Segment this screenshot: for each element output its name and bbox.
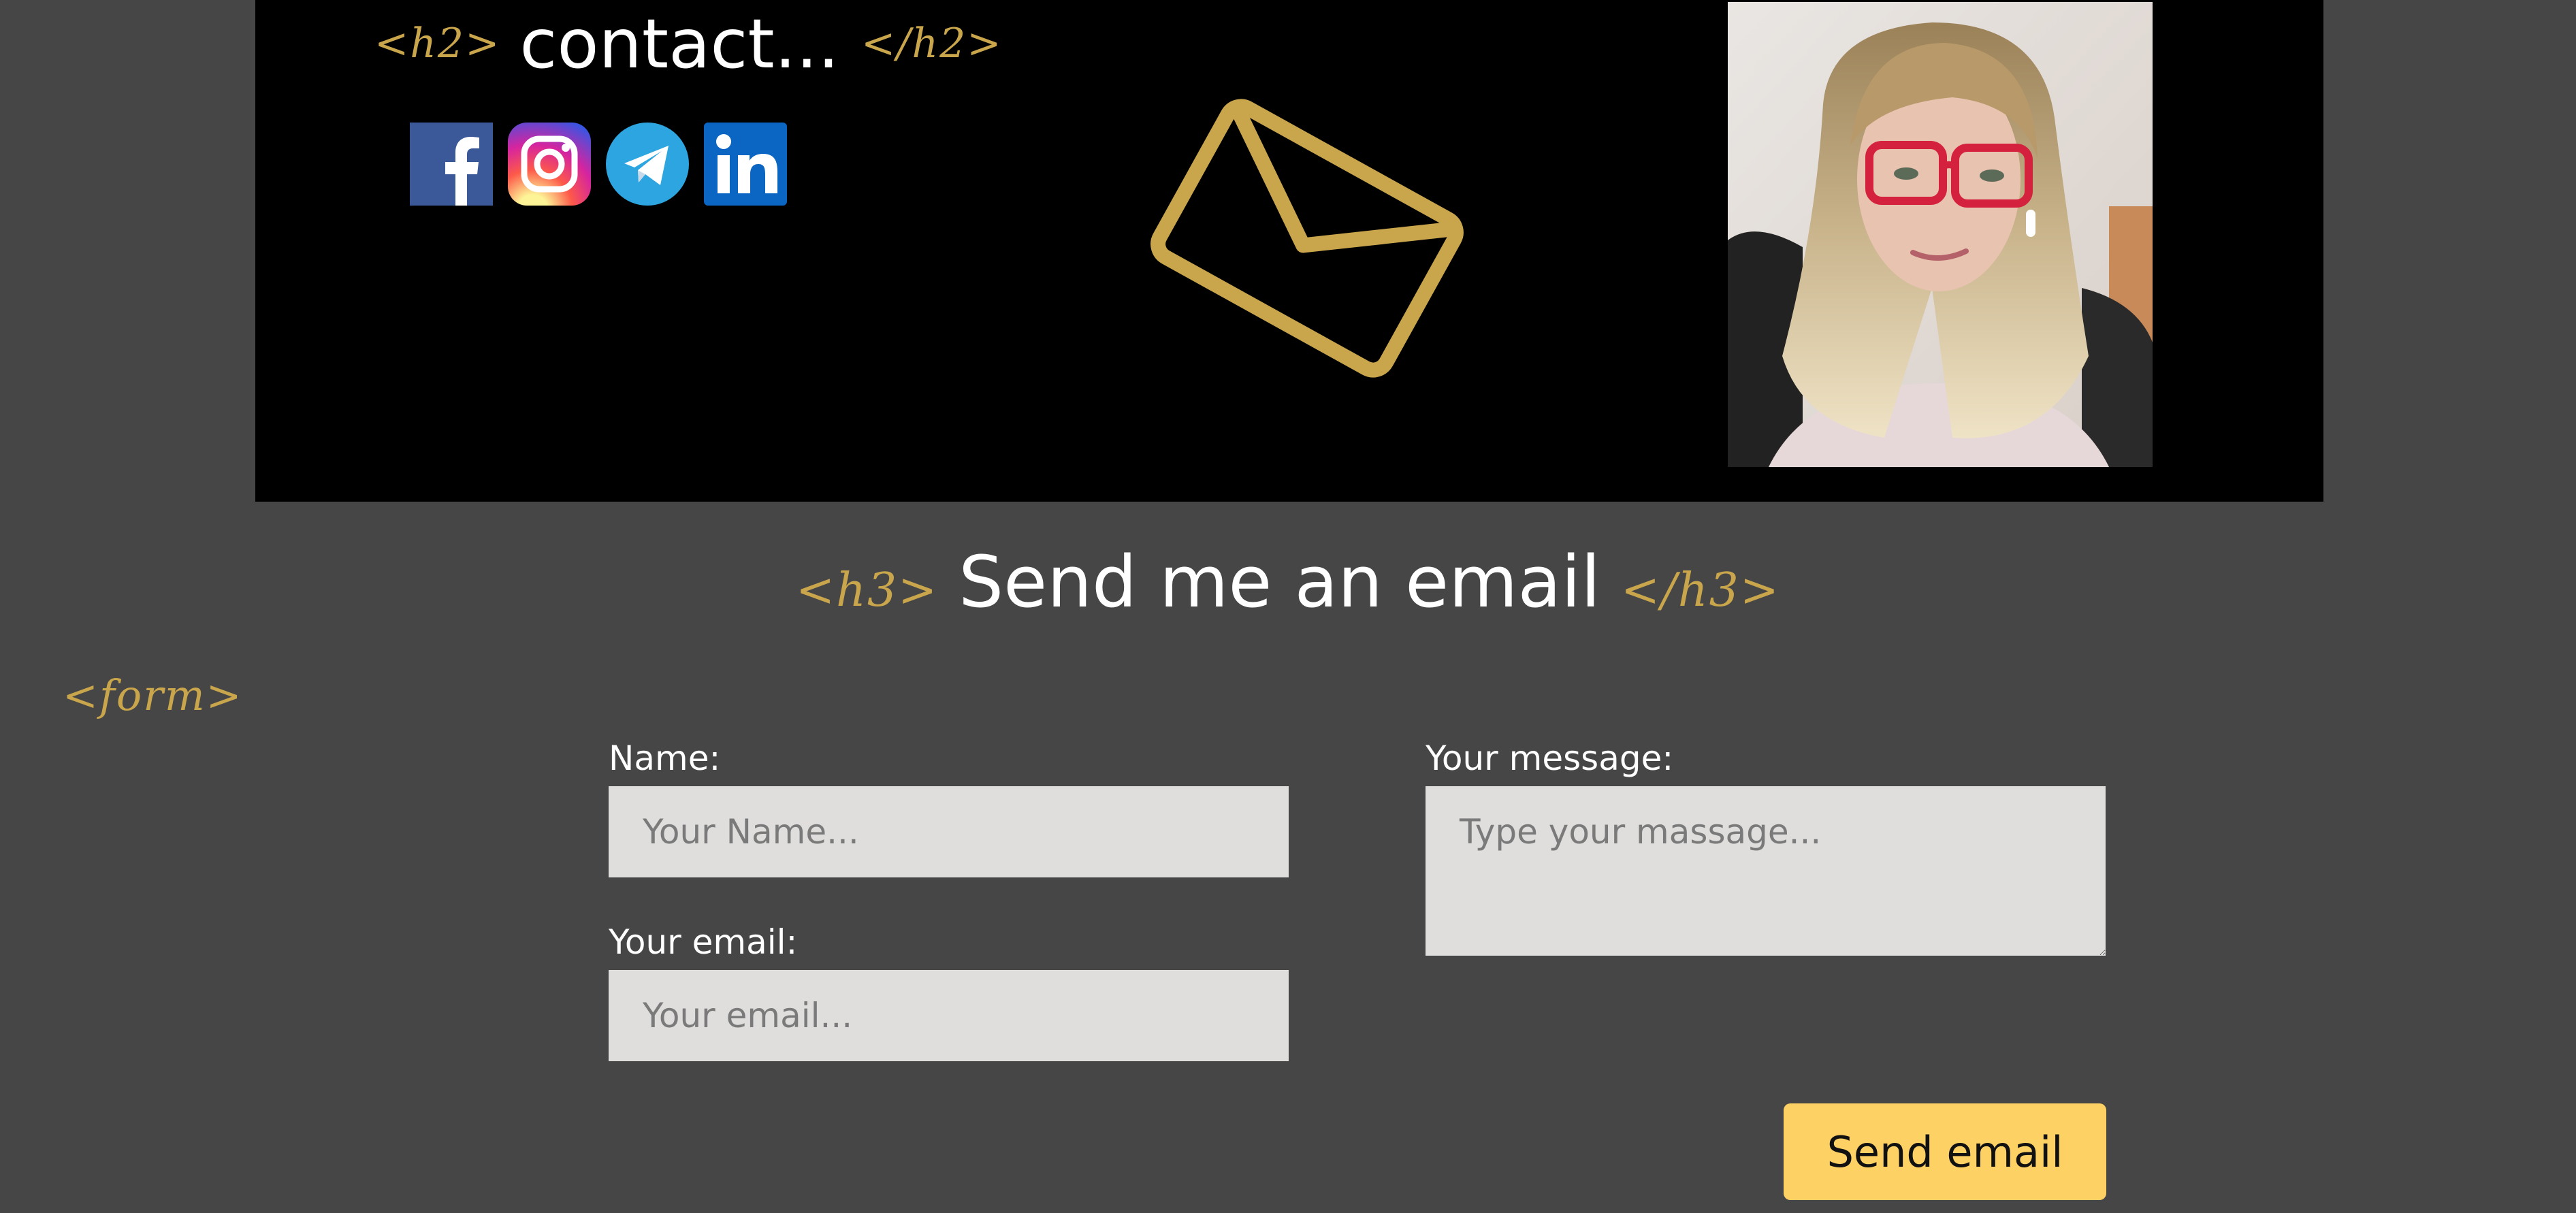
social-links — [410, 123, 802, 206]
profile-photo — [1728, 2, 2153, 467]
email-section-title: Send me an email — [959, 540, 1600, 624]
h3-open-tag: <h3> — [796, 563, 939, 617]
contact-banner: <h2> contact... </h2> — [255, 0, 2323, 502]
facebook-icon[interactable] — [410, 123, 493, 206]
h2-open-tag: <h2> — [374, 20, 501, 67]
message-label: Your message: — [1426, 739, 1674, 778]
linkedin-icon[interactable] — [704, 123, 787, 206]
email-label: Your email: — [609, 922, 798, 962]
email-input[interactable] — [609, 970, 1289, 1061]
h3-close-tag: </h3> — [1620, 563, 1780, 617]
name-input[interactable] — [609, 786, 1289, 877]
telegram-icon[interactable] — [606, 123, 689, 206]
email-section-heading: <h3> Send me an email </h3> — [0, 534, 2576, 630]
send-email-button[interactable]: Send email — [1784, 1103, 2106, 1200]
envelope-icon — [1150, 99, 1464, 378]
form-open-tag: <form> — [63, 670, 243, 720]
contact-heading: <h2> contact... </h2> — [374, 3, 1003, 84]
contact-title: contact... — [519, 3, 839, 84]
instagram-icon[interactable] — [508, 123, 591, 206]
h2-close-tag: </h2> — [860, 20, 1003, 67]
message-textarea[interactable] — [1426, 786, 2106, 956]
contact-page: <h2> contact... </h2> <h3> Send me an em… — [0, 0, 2576, 1213]
name-label: Name: — [609, 739, 721, 778]
